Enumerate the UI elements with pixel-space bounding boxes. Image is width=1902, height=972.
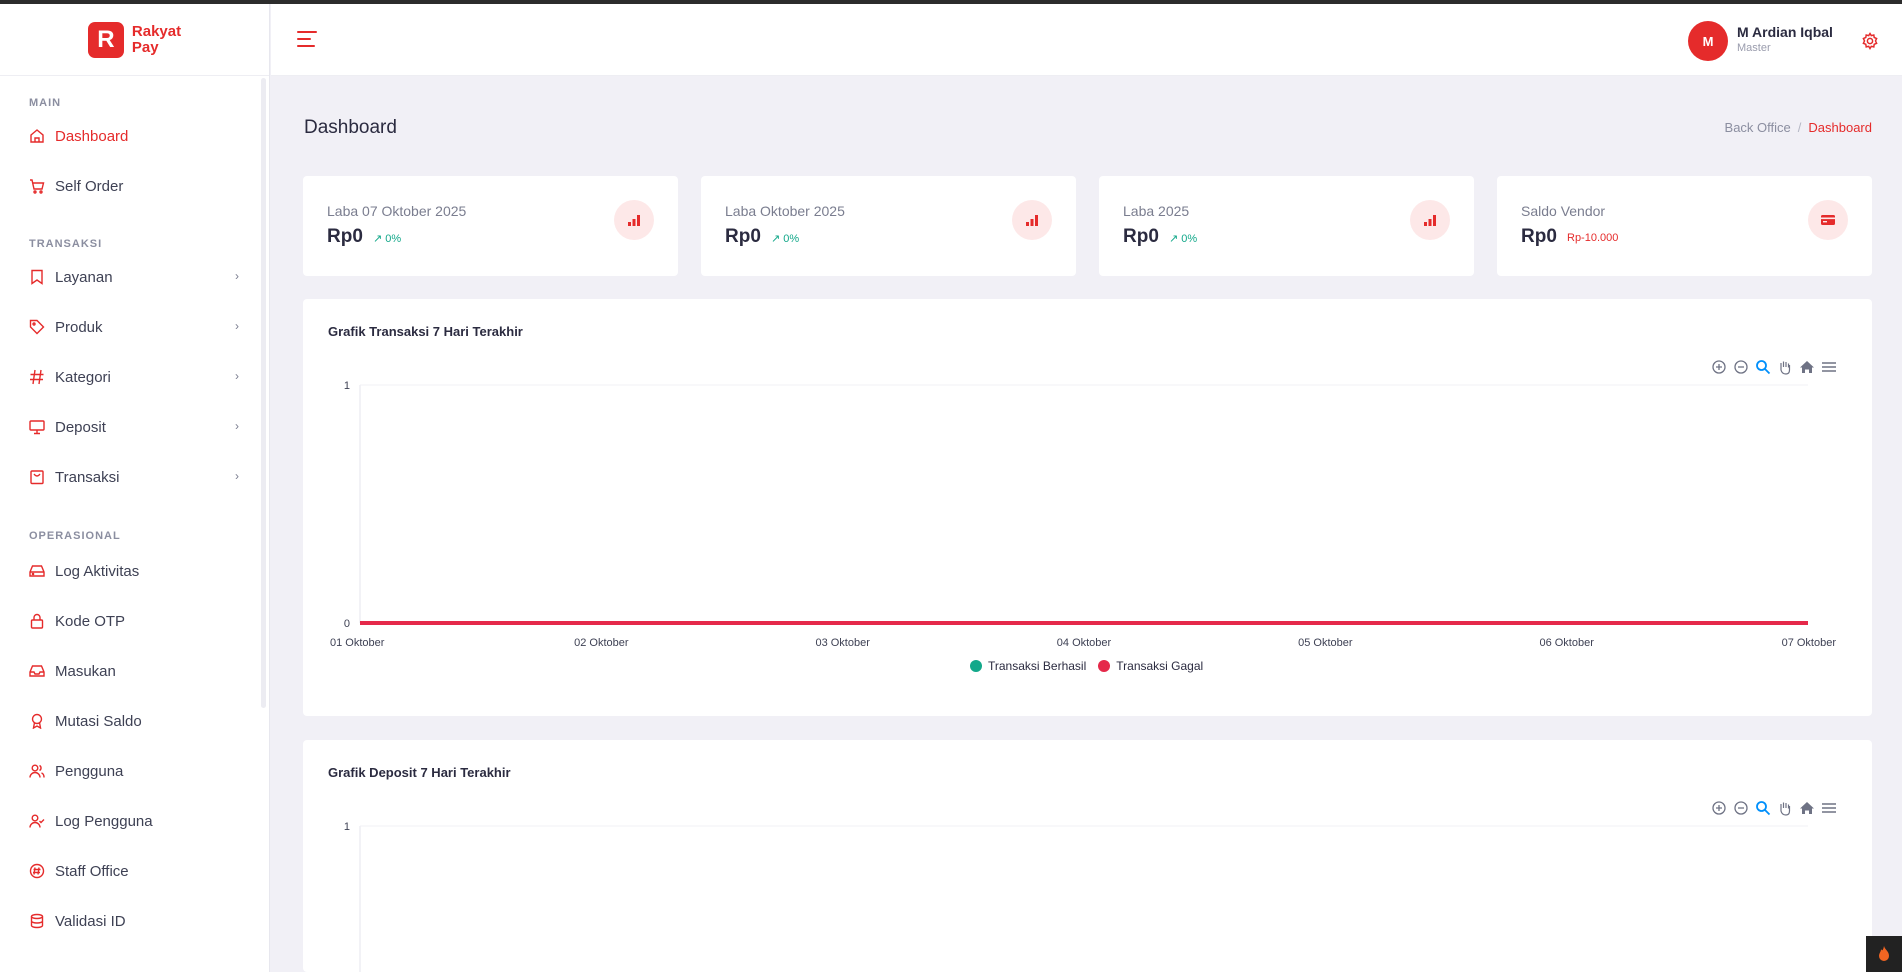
x-tick-label: 07 Oktober <box>1782 637 1837 649</box>
sidebar-scrollbar[interactable] <box>261 78 266 708</box>
sidebar-item-produk[interactable]: Produk › <box>29 310 239 344</box>
avatar[interactable]: M <box>1688 21 1728 61</box>
inbox-icon <box>29 663 45 679</box>
user-name[interactable]: M Ardian Iqbal <box>1737 24 1833 40</box>
stat-label: Saldo Vendor <box>1521 203 1606 219</box>
lock-icon <box>29 613 45 629</box>
stat-value: Rp0 <box>327 226 363 247</box>
sidebar-item-layanan[interactable]: Layanan › <box>29 260 239 294</box>
stat-value: Rp0 <box>1521 226 1557 247</box>
page-title: Dashboard <box>304 117 397 138</box>
top-header: M M Ardian Iqbal Master <box>271 4 1902 76</box>
tag-icon <box>29 319 45 335</box>
stat-card-saldo-vendor: Saldo Vendor Rp0 Rp-10.000 <box>1497 176 1872 276</box>
sidebar-item-pengguna[interactable]: Pengguna <box>29 754 239 788</box>
sidebar-item-self-order[interactable]: Self Order <box>29 169 239 203</box>
stat-card-laba-bulanan: Laba Oktober 2025 Rp0 ↗ 0% <box>701 176 1076 276</box>
stat-trend: ↗ 0% <box>373 233 402 245</box>
section-title-main: MAIN <box>29 97 62 109</box>
stat-card-laba-harian: Laba 07 Oktober 2025 Rp0 ↗ 0% <box>303 176 678 276</box>
brand[interactable]: R Rakyat Pay <box>0 4 269 76</box>
monitor-icon <box>29 419 45 435</box>
breadcrumb-current: Dashboard <box>1808 120 1872 135</box>
section-title-transaksi: TRANSAKSI <box>29 238 103 250</box>
award-icon <box>29 713 45 729</box>
sidebar: R Rakyat Pay MAIN Dashboard Self Order T… <box>0 4 270 972</box>
x-tick-label: 06 Oktober <box>1539 637 1594 649</box>
database-icon <box>29 913 45 929</box>
chart-plot-deposit: 1 <box>344 821 1808 972</box>
legend-marker <box>1098 660 1111 672</box>
x-tick-label: 02 Oktober <box>574 637 629 649</box>
sidebar-item-transaksi[interactable]: Transaksi › <box>29 460 239 494</box>
stat-value: Rp0 <box>725 226 761 247</box>
bar-chart-icon <box>1410 200 1450 240</box>
menu-toggle-icon[interactable] <box>297 31 317 49</box>
hard-drive-icon <box>29 563 45 579</box>
x-tick-label: 05 Oktober <box>1298 637 1353 649</box>
home-icon <box>29 128 45 144</box>
cart-icon <box>29 178 45 194</box>
chart-plot-transaksi: 0 1 01 Oktober 02 Oktober 03 Oktober 04 Oktob… <box>330 380 1837 649</box>
legend-item-berhasil[interactable]: Transaksi Berhasil <box>970 659 1086 673</box>
legend-item-gagal[interactable]: Transaksi Gagal <box>1098 659 1203 673</box>
y-tick-label: 0 <box>344 618 350 630</box>
sidebar-item-dashboard[interactable]: Dashboard <box>29 119 239 153</box>
chevron-right-icon: › <box>235 469 239 483</box>
credit-card-icon <box>1808 200 1848 240</box>
stat-value: Rp0 <box>1123 226 1159 247</box>
chart-card-deposit: Grafik Deposit 7 Hari Terakhir 1 <box>303 740 1872 972</box>
section-title-operasional: OPERASIONAL <box>29 530 121 542</box>
breadcrumb-separator: / <box>1797 120 1802 135</box>
sidebar-item-masukan[interactable]: Masukan <box>29 654 239 688</box>
users-icon <box>29 763 45 779</box>
y-tick-label: 1 <box>344 821 350 833</box>
gear-icon[interactable] <box>1861 32 1879 50</box>
sidebar-item-staff-office[interactable]: Staff Office <box>29 854 239 888</box>
legend-marker <box>970 660 982 672</box>
breadcrumb-back-office[interactable]: Back Office <box>1725 120 1791 135</box>
stat-label: Laba Oktober 2025 <box>725 203 845 219</box>
sidebar-item-kode-otp[interactable]: Kode OTP <box>29 604 239 638</box>
stat-card-laba-tahunan: Laba 2025 Rp0 ↗ 0% <box>1099 176 1474 276</box>
bar-chart-icon <box>614 200 654 240</box>
shopping-bag-icon <box>29 469 45 485</box>
stat-trend: ↗ 0% <box>771 233 800 245</box>
chart-card-transaksi: Grafik Transaksi 7 Hari Terakhir 0 1 01 Ok… <box>303 299 1872 716</box>
breadcrumb: Back Office / Dashboard <box>1725 120 1872 135</box>
chevron-right-icon: › <box>235 269 239 283</box>
x-tick-label: 03 Oktober <box>815 637 870 649</box>
x-tick-label: 04 Oktober <box>1057 637 1112 649</box>
bookmark-icon <box>29 269 45 285</box>
user-check-icon <box>29 813 45 829</box>
chevron-right-icon: › <box>235 319 239 333</box>
stat-label: Laba 2025 <box>1123 203 1190 219</box>
brand-logo-icon: R <box>87 21 124 58</box>
flame-icon[interactable] <box>1866 936 1902 972</box>
badge-icon <box>29 863 45 879</box>
sidebar-item-log-aktivitas[interactable]: Log Aktivitas <box>29 554 239 588</box>
hash-icon <box>29 369 45 385</box>
stat-trend: ↗ 0% <box>1169 233 1198 245</box>
chevron-right-icon: › <box>235 419 239 433</box>
sidebar-item-log-pengguna[interactable]: Log Pengguna <box>29 804 239 838</box>
x-tick-label: 01 Oktober <box>330 637 385 649</box>
chevron-right-icon: › <box>235 369 239 383</box>
bar-chart-icon <box>1012 200 1052 240</box>
stat-trend: Rp-10.000 <box>1567 232 1619 244</box>
sidebar-item-kategori[interactable]: Kategori › <box>29 360 239 394</box>
brand-name: Rakyat Pay <box>131 22 182 56</box>
y-tick-label: 1 <box>344 380 350 392</box>
sidebar-item-deposit[interactable]: Deposit › <box>29 410 239 444</box>
user-role: Master <box>1737 42 1771 54</box>
sidebar-item-validasi-id[interactable]: Validasi ID <box>29 904 239 938</box>
chart-legend: Transaksi Berhasil Transaksi Gagal <box>970 659 1203 673</box>
stat-label: Laba 07 Oktober 2025 <box>327 203 467 219</box>
sidebar-item-mutasi-saldo[interactable]: Mutasi Saldo <box>29 704 239 738</box>
